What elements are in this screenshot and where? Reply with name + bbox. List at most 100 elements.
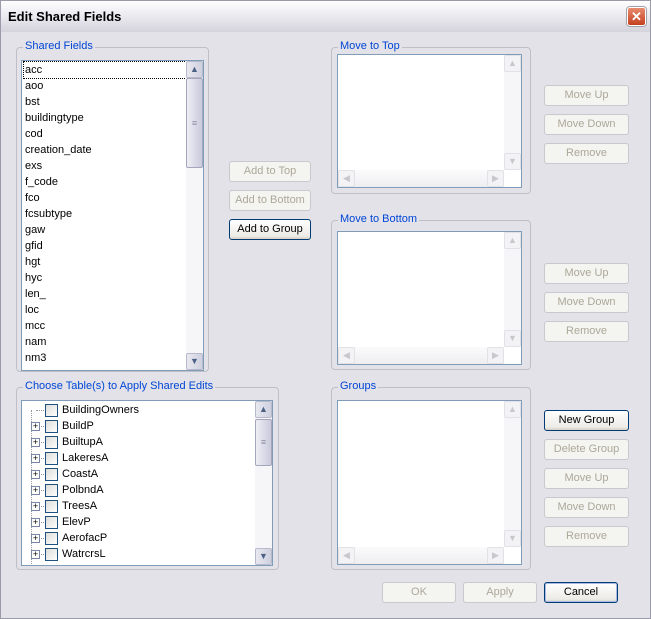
vertical-scrollbar[interactable]: ▲ ▼ — [504, 401, 521, 547]
table-label: BuildP — [62, 420, 94, 432]
field-list-item[interactable]: len_ — [24, 286, 186, 302]
close-icon[interactable]: ✕ — [627, 7, 646, 26]
table-label: AerofacP — [62, 532, 108, 544]
scroll-up-icon: ▲ — [504, 232, 521, 249]
apply-button[interactable]: Apply — [463, 582, 537, 603]
table-checkbox[interactable] — [45, 516, 58, 529]
groups-remove-button[interactable]: Remove — [544, 526, 629, 547]
tables-tree[interactable]: ▲ ≡ ▼ BuildingOwners + BuildP + BuiltupA + Lak… — [21, 400, 273, 566]
table-label: TreesA — [62, 500, 98, 512]
horizontal-scrollbar[interactable]: ◀ ▶ — [338, 170, 504, 187]
table-label: BuiltupA — [62, 436, 103, 448]
groups-listbox[interactable]: ▲ ▼ ◀ ▶ — [337, 400, 522, 565]
bottom-remove-button[interactable]: Remove — [544, 321, 629, 342]
table-checkbox[interactable] — [45, 500, 58, 513]
field-list-item[interactable]: f_code — [24, 174, 186, 190]
bottom-move-up-button[interactable]: Move Up — [544, 263, 629, 284]
table-tree-node[interactable]: + CoastA — [26, 466, 246, 482]
table-tree-node[interactable]: + TreesA — [26, 498, 246, 514]
vertical-scrollbar[interactable]: ▲ ▼ — [504, 232, 521, 347]
field-list-item[interactable]: buildingtype — [24, 110, 186, 126]
table-label: WatrcrsL — [62, 548, 106, 560]
shared-fields-listbox[interactable]: nm3 nam mcc loc len_ hyc hgt gfid gaw fcsubtype fc… — [21, 60, 204, 371]
expand-icon[interactable]: + — [31, 470, 40, 479]
table-tree-node[interactable]: + BuildP — [26, 418, 246, 434]
field-list-item[interactable]: nm3 — [24, 350, 186, 366]
table-checkbox[interactable] — [45, 404, 58, 417]
table-checkbox[interactable] — [45, 548, 58, 561]
groups-move-down-button[interactable]: Move Down — [544, 497, 629, 518]
choose-tables-legend: Choose Table(s) to Apply Shared Edits — [23, 380, 216, 392]
top-move-up-button[interactable]: Move Up — [544, 85, 629, 106]
scroll-right-icon: ▶ — [487, 170, 504, 187]
field-list-item[interactable]: exs — [24, 158, 186, 174]
top-move-down-button[interactable]: Move Down — [544, 114, 629, 135]
bottom-move-down-button[interactable]: Move Down — [544, 292, 629, 313]
table-tree-node[interactable]: + WatrcrsL — [26, 546, 246, 562]
expand-icon[interactable]: + — [31, 534, 40, 543]
table-tree-node[interactable]: + ElevP — [26, 514, 246, 530]
field-list-item[interactable]: aoo — [24, 78, 186, 94]
table-checkbox[interactable] — [45, 484, 58, 497]
table-tree-node[interactable]: + AerofacP — [26, 530, 246, 546]
table-checkbox[interactable] — [45, 436, 58, 449]
scroll-down-icon: ▼ — [504, 330, 521, 347]
field-list-item[interactable]: fco — [24, 190, 186, 206]
cancel-button[interactable]: Cancel — [544, 582, 618, 603]
table-checkbox[interactable] — [45, 420, 58, 433]
move-to-top-legend: Move to Top — [338, 40, 402, 52]
field-list-item[interactable]: nam — [24, 334, 186, 350]
tree-line — [36, 410, 44, 411]
add-to-group-button[interactable]: Add to Group — [229, 219, 311, 240]
new-group-button[interactable]: New Group — [544, 410, 629, 431]
field-list-item[interactable]: loc — [24, 302, 186, 318]
move-to-bottom-listbox[interactable]: ▲ ▼ ◀ ▶ — [337, 231, 522, 365]
table-checkbox[interactable] — [45, 532, 58, 545]
expand-icon[interactable]: + — [31, 550, 40, 559]
table-tree-node[interactable]: + BuiltupA — [26, 434, 246, 450]
scroll-thumb[interactable]: ≡ — [255, 419, 272, 466]
move-to-top-listbox[interactable]: ▲ ▼ ◀ ▶ — [337, 54, 522, 188]
vertical-scrollbar[interactable]: ▲ ▼ — [504, 55, 521, 170]
top-remove-button[interactable]: Remove — [544, 143, 629, 164]
field-list-item[interactable]: hyc — [24, 270, 186, 286]
table-tree-node[interactable]: + LakeresA — [26, 450, 246, 466]
field-list-item[interactable]: fcsubtype — [24, 206, 186, 222]
scroll-left-icon: ◀ — [338, 170, 355, 187]
field-list-item[interactable]: acc — [23, 61, 187, 79]
delete-group-button[interactable]: Delete Group — [544, 439, 629, 460]
field-list-item[interactable]: mcc — [24, 318, 186, 334]
table-label: BuildingOwners — [62, 404, 140, 416]
expand-icon[interactable]: + — [31, 422, 40, 431]
field-list-item[interactable]: gfid — [24, 238, 186, 254]
groups-move-up-button[interactable]: Move Up — [544, 468, 629, 489]
expand-icon[interactable]: + — [31, 454, 40, 463]
horizontal-scrollbar[interactable]: ◀ ▶ — [338, 547, 504, 564]
scroll-down-icon[interactable]: ▼ — [255, 548, 272, 565]
scroll-up-icon[interactable]: ▲ — [186, 61, 203, 78]
add-to-top-button[interactable]: Add to Top — [229, 161, 311, 182]
vertical-scrollbar[interactable]: ▲ ≡ ▼ — [186, 61, 203, 370]
expand-icon[interactable]: + — [31, 502, 40, 511]
add-to-bottom-button[interactable]: Add to Bottom — [229, 190, 311, 211]
title-bar: Edit Shared Fields ✕ — [0, 0, 651, 32]
scroll-down-icon[interactable]: ▼ — [186, 353, 203, 370]
field-list-item[interactable]: cod — [24, 126, 186, 142]
scroll-up-icon[interactable]: ▲ — [255, 401, 272, 418]
ok-button[interactable]: OK — [382, 582, 456, 603]
table-checkbox[interactable] — [45, 452, 58, 465]
field-list-item[interactable]: gaw — [24, 222, 186, 238]
field-list-item[interactable]: hgt — [24, 254, 186, 270]
horizontal-scrollbar[interactable]: ◀ ▶ — [338, 347, 504, 364]
table-tree-node[interactable]: BuildingOwners — [26, 402, 246, 418]
vertical-scrollbar[interactable]: ▲ ≡ ▼ — [255, 401, 272, 565]
shared-fields-legend: Shared Fields — [23, 40, 95, 52]
scroll-thumb[interactable]: ≡ — [186, 78, 203, 168]
table-checkbox[interactable] — [45, 468, 58, 481]
field-list-item[interactable]: bst — [24, 94, 186, 110]
expand-icon[interactable]: + — [31, 438, 40, 447]
field-list-item[interactable]: creation_date — [24, 142, 186, 158]
expand-icon[interactable]: + — [31, 518, 40, 527]
table-tree-node[interactable]: + PolbndA — [26, 482, 246, 498]
expand-icon[interactable]: + — [31, 486, 40, 495]
